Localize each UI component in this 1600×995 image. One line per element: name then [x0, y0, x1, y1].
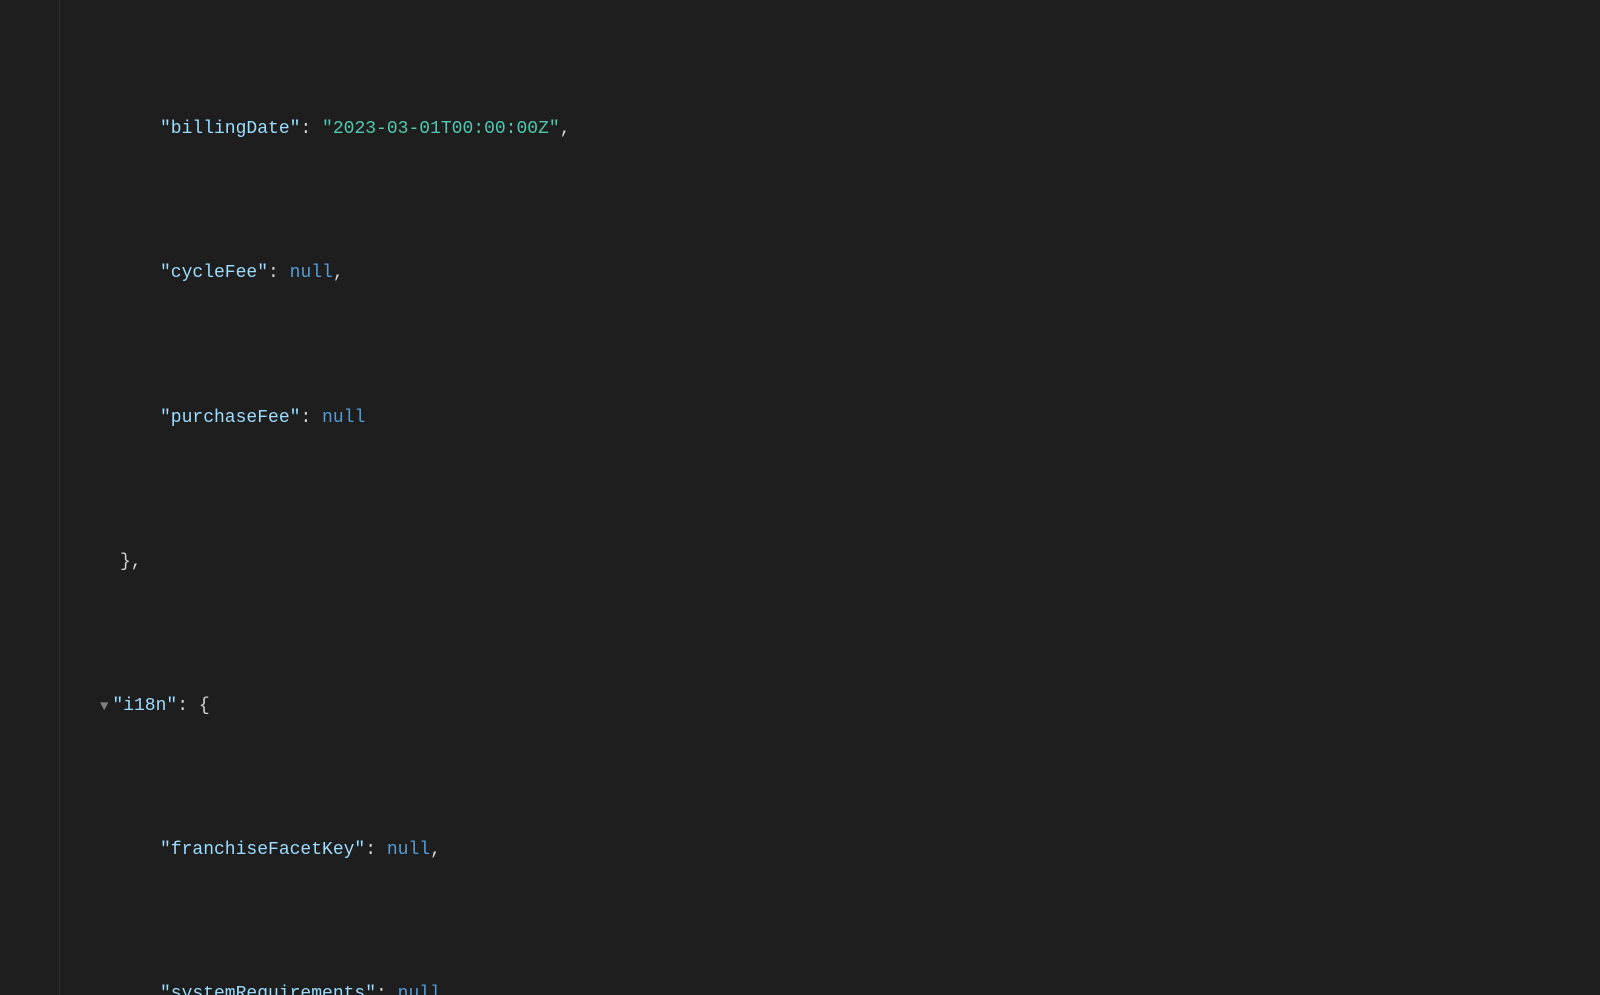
line-systemRequirements: "systemRequirements": null,: [80, 980, 1600, 995]
key-billingDate: "billingDate": [160, 115, 300, 144]
line-i18n-open: "i18n": {: [80, 692, 1600, 721]
key-franchiseFacetKey: "franchiseFacetKey": [160, 836, 365, 865]
line-gutter: [0, 0, 60, 995]
line-purchaseFee: "purchaseFee": null: [80, 404, 1600, 433]
key-cycleFee: "cycleFee": [160, 259, 268, 288]
val-purchaseFee: null: [322, 404, 365, 433]
val-cycleFee: null: [290, 259, 333, 288]
code-content[interactable]: "billingDate": "2023-03-01T00:00:00Z", "…: [60, 0, 1600, 995]
line-billingDate: "billingDate": "2023-03-01T00:00:00Z",: [80, 115, 1600, 144]
val-franchiseFacetKey: null: [387, 836, 430, 865]
key-i18n: "i18n": [112, 692, 177, 721]
close-brace-punctuation: },: [120, 548, 142, 577]
val-systemRequirements: null: [398, 980, 441, 995]
key-purchaseFee: "purchaseFee": [160, 404, 300, 433]
line-cycleFee: "cycleFee": null,: [80, 259, 1600, 288]
val-billingDate: "2023-03-01T00:00:00Z": [322, 115, 560, 144]
line-franchiseFacetKey: "franchiseFacetKey": null,: [80, 836, 1600, 865]
key-systemRequirements: "systemRequirements": [160, 980, 376, 995]
collapse-arrow-i18n[interactable]: [100, 696, 108, 718]
code-viewer: "billingDate": "2023-03-01T00:00:00Z", "…: [0, 0, 1600, 995]
line-close-brace-1: },: [80, 548, 1600, 577]
